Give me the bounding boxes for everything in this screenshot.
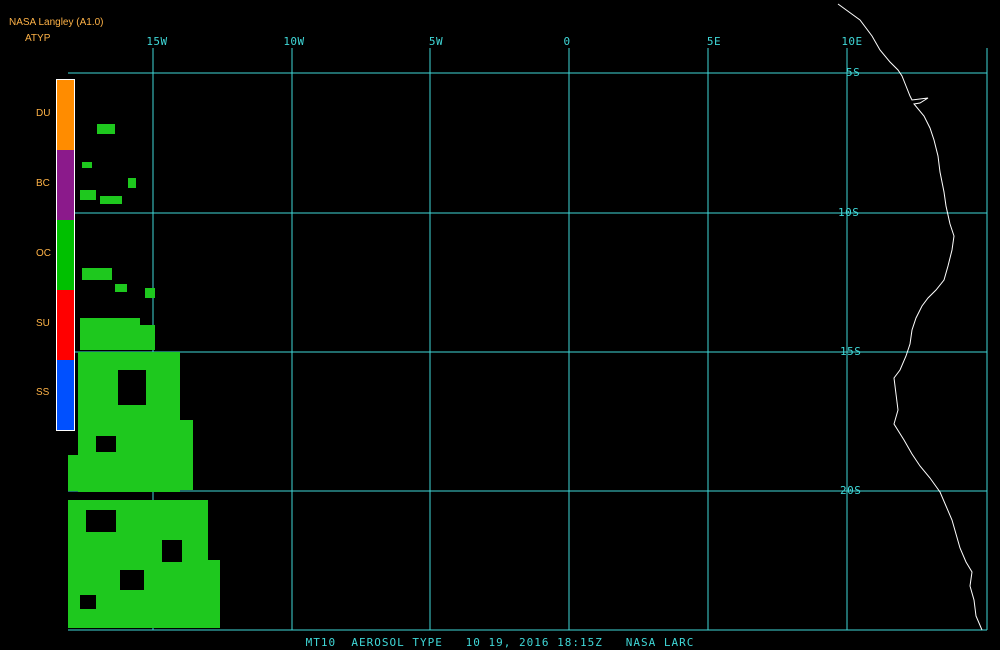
lon-label-5e: 5E [706,35,722,48]
legend-swatch-su [57,290,74,360]
lon-label-10w: 10W [283,35,305,48]
legend-label-ss: SS [36,387,50,398]
lat-label-20s: 20S [840,484,862,497]
legend-label-bc: BC [36,178,50,189]
map-canvas [68,3,988,631]
legend-label-du: DU [36,108,51,119]
coastline [837,3,983,631]
legend-swatch-ss [57,360,74,430]
legend-label-su: SU [36,318,50,329]
lat-label-5s: 5S [846,66,861,79]
lat-label-15s: 15S [840,345,862,358]
image-caption: MT10 AEROSOL TYPE 10 19, 2016 18:15Z NAS… [305,636,695,649]
lon-label-0: 0 [563,35,571,48]
legend-swatch-bc [57,150,74,220]
legend-swatch-du [57,80,74,150]
lon-label-10e: 10E [841,35,863,48]
legend-swatch-oc [57,220,74,290]
lat-label-10s: 10S [838,206,860,219]
aerosol-type-legend [56,79,75,431]
legend-label-oc: OC [36,248,51,259]
lon-label-5w: 5W [428,35,444,48]
lon-label-15w: 15W [146,35,168,48]
